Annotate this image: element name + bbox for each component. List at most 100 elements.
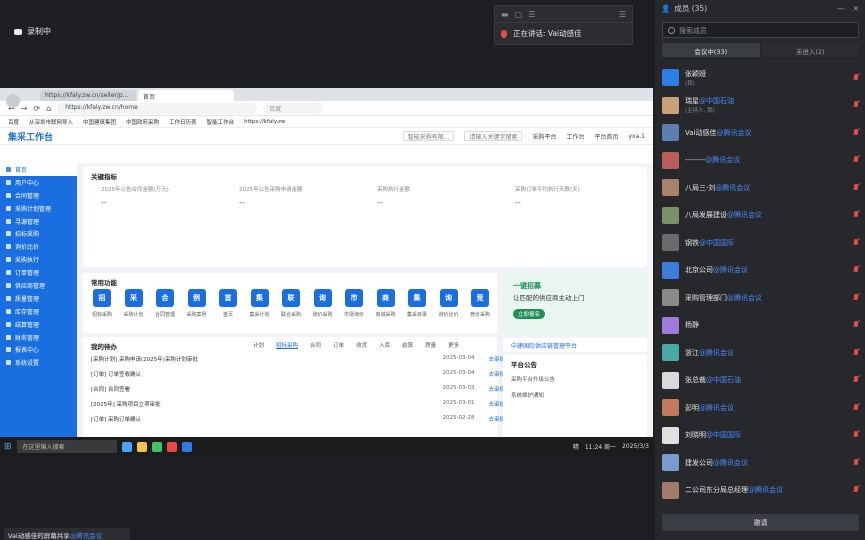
sidebar-item[interactable]: 采购计划管理	[0, 202, 77, 215]
member-row[interactable]: Vai动感佳@腾讯会议	[662, 119, 859, 146]
sidebar-item[interactable]: 用户中心	[0, 176, 77, 189]
profile-avatar[interactable]	[6, 94, 20, 108]
app-search[interactable]: 请输入关键字搜索	[464, 131, 523, 141]
mic-muted-icon[interactable]	[853, 486, 859, 494]
mic-muted-icon[interactable]	[853, 211, 859, 219]
windows-start-icon[interactable]: ⊞	[4, 442, 12, 452]
bookmark[interactable]: 智能工作台	[207, 118, 235, 126]
sidebar-item[interactable]: 首页	[0, 163, 77, 176]
mic-muted-icon[interactable]	[853, 101, 859, 109]
minimize-icon[interactable]: ▬	[501, 10, 509, 19]
taskbar-app-icon[interactable]	[181, 441, 192, 452]
function-icon[interactable]: 招	[93, 289, 111, 307]
header-link[interactable]: 平台首页	[594, 132, 618, 141]
mic-muted-icon[interactable]	[853, 458, 859, 467]
todo-tab[interactable]: 质量	[425, 341, 436, 349]
todo-tab[interactable]: 合同	[310, 341, 321, 349]
close-icon[interactable]: ✕	[853, 4, 859, 13]
browser-tab-active[interactable]: 首页	[138, 90, 234, 101]
grid-icon[interactable]: ☰	[528, 10, 535, 19]
mic-muted-icon[interactable]	[853, 348, 859, 357]
bookmark[interactable]: 百度	[8, 118, 19, 126]
member-row[interactable]: 杨静	[662, 312, 859, 339]
todo-row[interactable]: [订单] 订单签收确认 2025-03-04 去审批	[91, 370, 505, 378]
user-name[interactable]: yxa.1	[628, 133, 645, 140]
invite-button[interactable]: 邀请	[662, 514, 859, 531]
function-icon[interactable]: 首	[219, 289, 237, 307]
todo-tab[interactable]: 招标采购	[276, 341, 298, 349]
browser-tab[interactable]: https://kfaly.zw.cn/seller/p...	[40, 90, 136, 101]
bookmark[interactable]: 从深圳市联网导入	[29, 118, 73, 126]
bookmark[interactable]: 工作日历表	[169, 118, 197, 126]
platform-link[interactable]: 中建国际供应链管理平台	[503, 338, 647, 352]
function-icon[interactable]: 竞	[471, 289, 489, 307]
todo-tab[interactable]: 入库	[379, 341, 390, 349]
member-row[interactable]: 浙江@腾讯会议	[662, 339, 859, 366]
member-row[interactable]: 八局发展建设@腾讯会议	[662, 202, 859, 229]
tab-not-joined[interactable]: 未进入(2)	[761, 43, 859, 57]
announcement-item[interactable]: 采购平台升级公告	[503, 373, 647, 385]
home-icon[interactable]: ⌂	[46, 104, 51, 113]
member-row[interactable]: 北京公司@腾讯会议	[662, 257, 859, 284]
mic-muted-icon[interactable]	[853, 73, 859, 82]
taskbar-app-icon[interactable]	[151, 441, 162, 452]
header-link[interactable]: 工作台	[566, 132, 584, 141]
announcement-item[interactable]: 系统维护通知	[503, 385, 647, 405]
recruit-banner[interactable]: 一键招募 让匹配的供应商主动上门 立即报名	[503, 273, 647, 335]
todo-row[interactable]: [采购计划] 采购申请(2025年)采购计划审批 2025-03-04 去审批	[91, 355, 505, 363]
function-icon[interactable]: 询	[313, 289, 332, 307]
function-icon[interactable]: 合	[156, 289, 174, 307]
mic-muted-icon[interactable]	[853, 128, 859, 137]
sidebar-item[interactable]: 寻源管理	[0, 215, 77, 228]
todo-tab[interactable]: 结算	[402, 341, 413, 349]
todo-tab[interactable]: 更多	[448, 341, 459, 349]
member-row[interactable]: 二公司东分局总经理@腾讯会议	[662, 477, 859, 504]
taskbar-app-icon[interactable]	[136, 441, 147, 452]
sidebar-item[interactable]: 供应商管理	[0, 279, 77, 292]
menu-icon[interactable]: ☰	[619, 10, 626, 19]
member-row[interactable]: 瑞星@中国石油 (主持人, 我)	[662, 92, 859, 119]
mic-muted-icon[interactable]	[853, 403, 859, 412]
todo-row[interactable]: [合同] 合同签署 2025-03-03 去审批	[91, 385, 505, 393]
taskbar-search[interactable]: 在这里输入搜索	[16, 440, 117, 453]
member-row[interactable]: 彭明@腾讯会议	[662, 394, 859, 421]
minimize-icon[interactable]: —	[837, 4, 845, 13]
todo-tab[interactable]: 计划	[253, 341, 264, 349]
function-icon[interactable]: 采	[124, 289, 143, 307]
taskbar-app-icon[interactable]	[166, 441, 177, 452]
todo-tab[interactable]: 收货	[356, 341, 367, 349]
function-icon[interactable]: 例	[187, 289, 206, 307]
function-icon[interactable]: 集	[408, 289, 426, 307]
sidebar-item[interactable]: 招标采购	[0, 227, 77, 240]
tab-in-meeting[interactable]: 会议中(33)	[662, 43, 760, 57]
member-row[interactable]: 钢铁@中国国际	[662, 229, 859, 256]
sidebar-item[interactable]: 系统设置	[0, 356, 77, 369]
member-row[interactable]: 八局三·刘@腾讯会议	[662, 174, 859, 201]
sidebar-item[interactable]: 询价比价	[0, 240, 77, 253]
mic-muted-icon[interactable]	[853, 183, 859, 192]
todo-row[interactable]: [订单] 采购订单确认 2025-02-28 去审批	[91, 415, 505, 423]
speaker-window[interactable]: ▬ ▢ ☰ ☰ 正在讲话: Vai动感佳	[494, 5, 633, 45]
url-field[interactable]: https://kfaly.zw.cn/home	[57, 102, 258, 114]
mic-muted-icon[interactable]	[853, 293, 859, 302]
header-link[interactable]: 采购平台	[532, 132, 556, 141]
member-row[interactable]: 建发公司@腾讯会议	[662, 449, 859, 476]
function-icon[interactable]: 市	[345, 289, 363, 307]
member-row[interactable]: 张颖娅 (我)	[662, 64, 859, 91]
window-icon[interactable]: ▢	[515, 10, 523, 19]
bookmark[interactable]: 中国建筑集团	[83, 118, 116, 126]
taskbar-app-icon[interactable]	[121, 441, 132, 452]
todo-row[interactable]: [2025年] 采购项目立项审批 2025-03-01 去审批	[91, 400, 505, 408]
mic-muted-icon[interactable]	[853, 431, 859, 439]
mic-muted-icon[interactable]	[853, 321, 859, 329]
function-icon[interactable]: 联	[282, 289, 300, 307]
forward-icon[interactable]: →	[21, 104, 28, 113]
company-select[interactable]: 智能采购有限...	[402, 131, 455, 141]
bookmark[interactable]: 中国政府采购	[126, 118, 159, 126]
function-icon[interactable]: 集	[250, 289, 269, 307]
mic-muted-icon[interactable]	[853, 238, 859, 247]
sidebar-item[interactable]: 报表中心	[0, 343, 77, 356]
signup-button[interactable]: 立即报名	[513, 309, 546, 319]
browser-search[interactable]: 百度	[263, 102, 324, 114]
member-search-input[interactable]: 搜索成员	[662, 22, 859, 38]
